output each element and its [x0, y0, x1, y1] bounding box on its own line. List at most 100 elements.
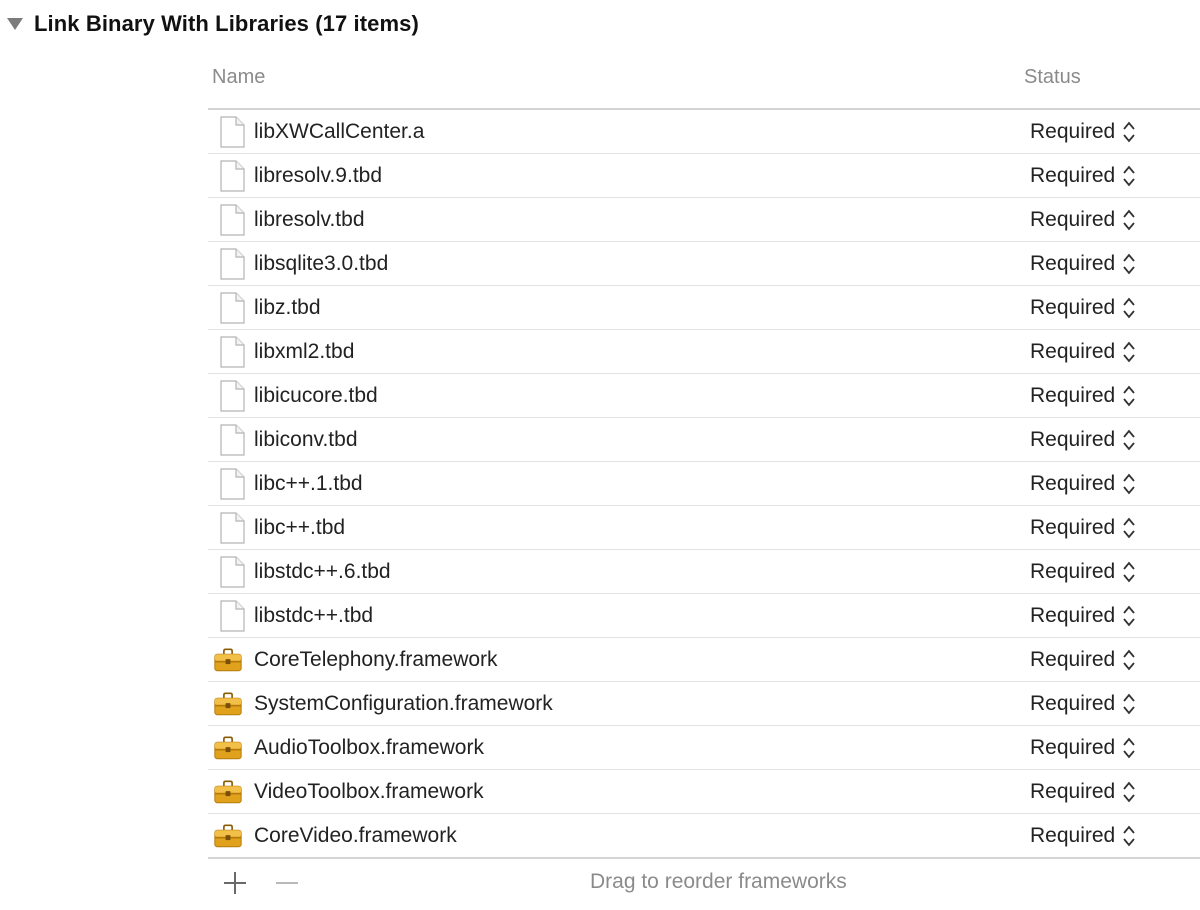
status-label: Required: [1030, 163, 1116, 187]
status-popup[interactable]: Required: [1030, 506, 1137, 549]
drag-hint: Drag to reorder frameworks: [590, 870, 847, 893]
library-row[interactable]: libicucore.tbd Required: [208, 374, 1200, 418]
library-row[interactable]: libXWCallCenter.a Required: [208, 110, 1200, 154]
stepper-arrows-icon: [1115, 558, 1137, 586]
status-label: Required: [1030, 339, 1116, 363]
triangle-down-icon[interactable]: [4, 8, 26, 40]
status-popup[interactable]: Required: [1030, 462, 1137, 505]
library-row[interactable]: libc++.1.tbd Required: [208, 462, 1200, 506]
status-label: Required: [1030, 735, 1116, 759]
footer-bar: Drag to reorder frameworks: [208, 862, 1200, 906]
library-name: libXWCallCenter.a: [254, 120, 425, 143]
status-popup[interactable]: Required: [1030, 286, 1137, 329]
library-name: CoreVideo.framework: [254, 824, 457, 847]
table-header: Name Status: [208, 56, 1200, 110]
stepper-arrows-icon: [1115, 382, 1137, 410]
plus-icon: [224, 872, 246, 894]
status-popup[interactable]: Required: [1030, 770, 1137, 813]
status-label: Required: [1030, 603, 1116, 627]
library-row[interactable]: libresolv.tbd Required: [208, 198, 1200, 242]
status-label: Required: [1030, 427, 1116, 451]
stepper-arrows-icon: [1115, 514, 1137, 542]
stepper-arrows-icon: [1115, 778, 1137, 806]
status-label: Required: [1030, 119, 1116, 143]
status-popup[interactable]: Required: [1030, 594, 1137, 637]
stepper-arrows-icon: [1115, 162, 1137, 190]
library-name: libstdc++.tbd: [254, 604, 374, 627]
library-name: libresolv.9.tbd: [254, 164, 383, 187]
library-name: libiconv.tbd: [254, 428, 358, 451]
status-label: Required: [1030, 691, 1116, 715]
library-row[interactable]: libz.tbd Required: [208, 286, 1200, 330]
link-binary-phase: Link Binary With Libraries (17 items) Na…: [0, 0, 1200, 910]
library-row[interactable]: CoreTelephony.framework Required: [208, 638, 1200, 682]
status-popup[interactable]: Required: [1030, 374, 1137, 417]
library-row[interactable]: SystemConfiguration.framework Required: [208, 682, 1200, 726]
column-header-name[interactable]: Name: [212, 66, 265, 89]
library-row[interactable]: libxml2.tbd Required: [208, 330, 1200, 374]
library-name: VideoToolbox.framework: [254, 780, 484, 803]
libraries-table: Name Status libXWCallCenter.a Required lib…: [208, 56, 1200, 859]
status-popup[interactable]: Required: [1030, 110, 1137, 153]
status-popup[interactable]: Required: [1030, 814, 1137, 857]
status-popup[interactable]: Required: [1030, 242, 1137, 285]
status-label: Required: [1030, 251, 1116, 275]
library-name: AudioToolbox.framework: [254, 736, 484, 759]
library-name: libxml2.tbd: [254, 340, 355, 363]
stepper-arrows-icon: [1115, 426, 1137, 454]
library-row[interactable]: libiconv.tbd Required: [208, 418, 1200, 462]
library-row[interactable]: AudioToolbox.framework Required: [208, 726, 1200, 770]
library-name: libsqlite3.0.tbd: [254, 252, 389, 275]
stepper-arrows-icon: [1115, 338, 1137, 366]
library-name: CoreTelephony.framework: [254, 648, 498, 671]
status-label: Required: [1030, 779, 1116, 803]
status-popup[interactable]: Required: [1030, 726, 1137, 769]
stepper-arrows-icon: [1115, 206, 1137, 234]
library-row[interactable]: libc++.tbd Required: [208, 506, 1200, 550]
stepper-arrows-icon: [1115, 734, 1137, 762]
stepper-arrows-icon: [1115, 690, 1137, 718]
status-label: Required: [1030, 647, 1116, 671]
status-popup[interactable]: Required: [1030, 198, 1137, 241]
library-name: libstdc++.6.tbd: [254, 560, 391, 583]
status-popup[interactable]: Required: [1030, 682, 1137, 725]
library-name: libz.tbd: [254, 296, 321, 319]
status-popup[interactable]: Required: [1030, 154, 1137, 197]
library-row[interactable]: VideoToolbox.framework Required: [208, 770, 1200, 814]
section-title: Link Binary With Libraries (17 items): [34, 11, 419, 36]
status-label: Required: [1030, 823, 1116, 847]
status-popup[interactable]: Required: [1030, 418, 1137, 461]
library-row[interactable]: libsqlite3.0.tbd Required: [208, 242, 1200, 286]
library-name: libc++.1.tbd: [254, 472, 363, 495]
library-name: libresolv.tbd: [254, 208, 365, 231]
status-label: Required: [1030, 559, 1116, 583]
stepper-arrows-icon: [1115, 250, 1137, 278]
add-button[interactable]: [222, 870, 248, 896]
status-label: Required: [1030, 295, 1116, 319]
status-label: Required: [1030, 471, 1116, 495]
stepper-arrows-icon: [1115, 602, 1137, 630]
library-row[interactable]: libresolv.9.tbd Required: [208, 154, 1200, 198]
library-name: libc++.tbd: [254, 516, 346, 539]
status-label: Required: [1030, 515, 1116, 539]
library-row[interactable]: libstdc++.6.tbd Required: [208, 550, 1200, 594]
status-popup[interactable]: Required: [1030, 330, 1137, 373]
stepper-arrows-icon: [1115, 294, 1137, 322]
stepper-arrows-icon: [1115, 822, 1137, 850]
section-header[interactable]: Link Binary With Libraries (17 items): [0, 8, 419, 40]
remove-button[interactable]: [274, 870, 300, 896]
status-popup[interactable]: Required: [1030, 550, 1137, 593]
status-popup[interactable]: Required: [1030, 638, 1137, 681]
library-name: libicucore.tbd: [254, 384, 378, 407]
status-label: Required: [1030, 207, 1116, 231]
library-row[interactable]: CoreVideo.framework Required: [208, 814, 1200, 859]
column-header-status[interactable]: Status: [1024, 66, 1081, 89]
library-row[interactable]: libstdc++.tbd Required: [208, 594, 1200, 638]
minus-icon: [276, 882, 298, 884]
stepper-arrows-icon: [1115, 470, 1137, 498]
library-list: libXWCallCenter.a Required libresolv.9.tbd…: [208, 110, 1200, 859]
status-label: Required: [1030, 383, 1116, 407]
stepper-arrows-icon: [1115, 118, 1137, 146]
stepper-arrows-icon: [1115, 646, 1137, 674]
library-name: SystemConfiguration.framework: [254, 692, 553, 715]
